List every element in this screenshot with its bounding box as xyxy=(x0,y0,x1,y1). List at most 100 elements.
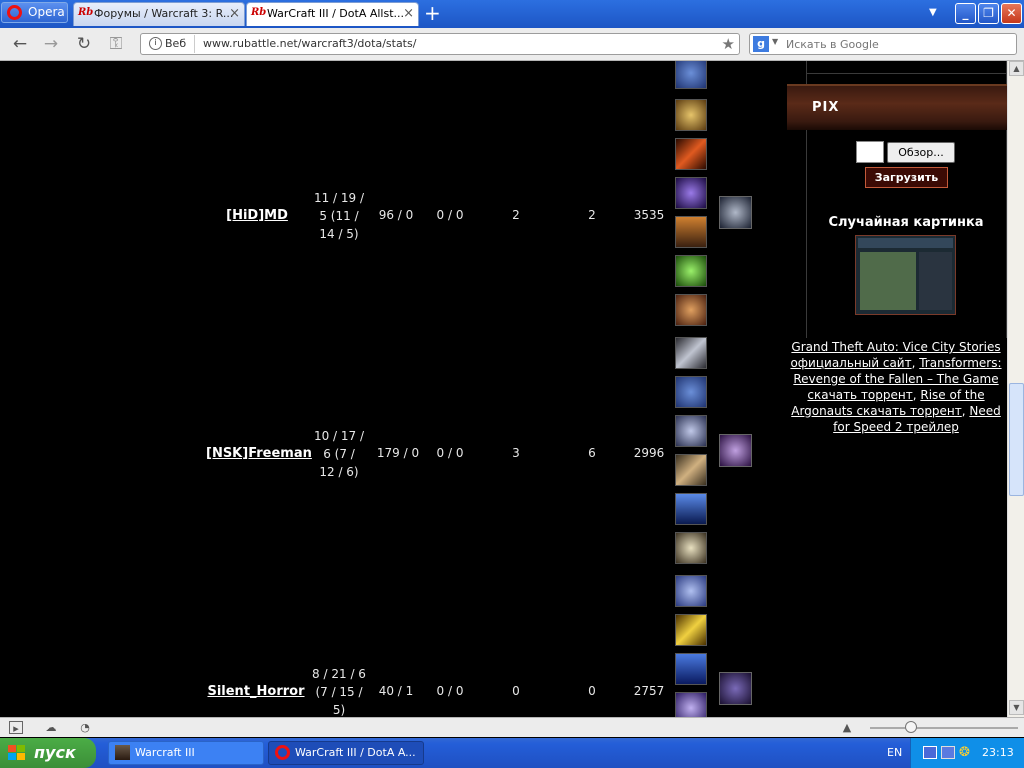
scroll-up-arrow-icon[interactable]: ▲ xyxy=(1009,61,1024,76)
system-clock[interactable]: 23:13 xyxy=(982,746,1014,759)
gold-cell: 3535 xyxy=(633,208,665,222)
taskbar-item-opera[interactable]: WarCraft III / DotA A... xyxy=(268,741,424,765)
window-close-icon[interactable]: ✕ xyxy=(1001,3,1022,24)
vertical-scrollbar[interactable]: ▲ ▼ xyxy=(1007,61,1024,717)
new-tab-icon[interactable]: + xyxy=(424,3,441,23)
windows-flag-icon xyxy=(8,745,25,760)
kda-line: 5 (11 / xyxy=(319,209,359,223)
item-icon xyxy=(675,692,707,717)
hero-icon xyxy=(719,434,752,467)
search-box[interactable]: g ▼ xyxy=(749,33,1017,55)
random-image-thumbnail[interactable] xyxy=(855,235,956,315)
player-link[interactable]: [NSK]Freeman xyxy=(206,446,312,461)
kda-line: 11 / 19 / xyxy=(313,191,365,205)
start-label: пуск xyxy=(34,743,76,762)
site-info-badge[interactable]: i Веб xyxy=(145,35,196,53)
table-row: [HiD]MD 11 / 19 / 5 (11 / 14 / 5) 96 / 0… xyxy=(0,61,780,326)
upload-button[interactable]: Загрузить xyxy=(865,167,948,188)
taskbar-item-label: Warcraft III xyxy=(135,746,195,759)
neutrals-cell: 0 / 0 xyxy=(436,446,464,460)
forward-arrow-icon[interactable]: → xyxy=(40,34,62,54)
url-field[interactable]: i Веб www.rubattle.net/warcraft3/dota/st… xyxy=(140,33,740,55)
tab-close-icon[interactable]: × xyxy=(403,3,414,25)
wand-key-icon[interactable]: ⚿ xyxy=(105,34,127,54)
hero-icon xyxy=(719,672,752,705)
tab-list-chevron-down-icon[interactable]: ▼ xyxy=(929,7,937,18)
kda-line: 12 / 6) xyxy=(319,465,359,479)
player-link[interactable]: [HiD]MD xyxy=(222,208,292,223)
tab-label: Форумы / Warcraft 3: R... xyxy=(94,7,234,20)
windows-taskbar: пуск Warcraft III WarCraft III / DotA A.… xyxy=(0,738,1024,768)
opera-logo-icon xyxy=(7,5,22,20)
table-row: Silent_Horror 8 / 21 / 6 (7 / 15 / 5) 40… xyxy=(0,537,780,717)
address-toolbar: ← → ↻ ⚿ i Веб www.rubattle.net/warcraft3… xyxy=(0,28,1024,61)
warcraft-icon xyxy=(115,745,130,760)
file-path-input[interactable] xyxy=(856,141,884,163)
start-button[interactable]: пуск xyxy=(0,738,96,768)
kda-line: (7 / 15 / xyxy=(315,685,363,699)
neutrals-cell: 0 / 0 xyxy=(436,684,464,698)
minimize-icon[interactable]: _ xyxy=(955,3,976,24)
search-engine-chevron-down-icon[interactable]: ▼ xyxy=(772,37,778,46)
opera-window: Opera Rb Форумы / Warcraft 3: R... × Rb … xyxy=(0,0,1024,768)
gold-cell: 2757 xyxy=(633,684,665,698)
zoom-up-icon[interactable]: ▲ xyxy=(840,721,854,734)
random-image-title: Случайная картинка xyxy=(828,215,984,230)
zoom-slider-knob[interactable] xyxy=(905,721,917,733)
pix-title: PIX xyxy=(812,100,840,115)
bookmark-star-icon[interactable]: ★ xyxy=(722,34,735,54)
towers-cell: 0 xyxy=(512,684,520,698)
creeps-cell: 40 / 1 xyxy=(378,684,414,698)
thumbnail-list xyxy=(860,252,916,310)
tab-forums[interactable]: Rb Форумы / Warcraft 3: R... × xyxy=(73,2,245,26)
back-arrow-icon[interactable]: ← xyxy=(9,34,31,54)
item-icon xyxy=(675,61,707,89)
tab-bar: Opera Rb Форумы / Warcraft 3: R... × Rb … xyxy=(0,0,1024,28)
cloud-icon[interactable]: ☁ xyxy=(44,721,58,734)
item-icon xyxy=(675,454,707,486)
creeps-cell: 179 / 0 xyxy=(376,446,420,460)
url-text[interactable]: www.rubattle.net/warcraft3/dota/stats/ xyxy=(203,34,416,54)
globe-icon: i xyxy=(149,37,162,50)
panel-toggle-icon[interactable]: ▸ xyxy=(9,721,23,735)
tab-dota-stats[interactable]: Rb WarCraft III / DotA Allst... × xyxy=(246,2,419,26)
reload-icon[interactable]: ↻ xyxy=(73,34,95,54)
zoom-slider-track[interactable] xyxy=(870,727,1018,729)
item-icon xyxy=(675,177,707,209)
item-icon xyxy=(675,255,707,287)
kda-line: 8 / 21 / 6 xyxy=(312,667,366,681)
sponsored-links: Grand Theft Auto: Vice City Stories офиц… xyxy=(790,339,1002,435)
table-row: [NSK]Freeman 10 / 17 / 6 (7 / 12 / 6) 17… xyxy=(0,299,780,564)
item-icon xyxy=(675,653,707,685)
item-icon xyxy=(675,337,707,369)
network-icon[interactable] xyxy=(923,746,937,759)
item-icon xyxy=(675,216,707,248)
hero-icon xyxy=(719,196,752,229)
player-link[interactable]: Silent_Horror xyxy=(206,684,306,699)
restore-icon[interactable]: ❐ xyxy=(978,3,999,24)
kda-line: 10 / 17 / xyxy=(313,429,365,443)
scroll-thumb[interactable] xyxy=(1009,383,1024,496)
search-input[interactable] xyxy=(786,35,1014,53)
shield-icon[interactable]: ❂ xyxy=(959,745,970,760)
rax-cell: 2 xyxy=(588,208,596,222)
item-icon xyxy=(675,614,707,646)
tab-close-icon[interactable]: × xyxy=(229,3,240,25)
speed-dial-gauge-icon[interactable]: ◔ xyxy=(78,721,92,734)
site-badge-label: Веб xyxy=(165,37,187,50)
towers-cell: 2 xyxy=(512,208,520,222)
opera-menu-label: Opera xyxy=(28,5,65,19)
opera-icon xyxy=(275,745,290,760)
opera-menu-button[interactable]: Opera xyxy=(1,2,68,23)
google-icon[interactable]: g xyxy=(753,36,769,52)
language-indicator[interactable]: EN xyxy=(887,746,902,759)
item-icon xyxy=(675,138,707,170)
tab-label: WarCraft III / DotA Allst... xyxy=(267,7,405,20)
taskbar-item-warcraft[interactable]: Warcraft III xyxy=(108,741,264,765)
browse-button[interactable]: Обзор... xyxy=(887,142,955,163)
scroll-down-arrow-icon[interactable]: ▼ xyxy=(1009,700,1024,715)
item-icon xyxy=(675,415,707,447)
taskbar-item-label: WarCraft III / DotA A... xyxy=(295,746,416,759)
display-icon[interactable] xyxy=(941,746,955,759)
kda-line: 5) xyxy=(332,703,346,717)
